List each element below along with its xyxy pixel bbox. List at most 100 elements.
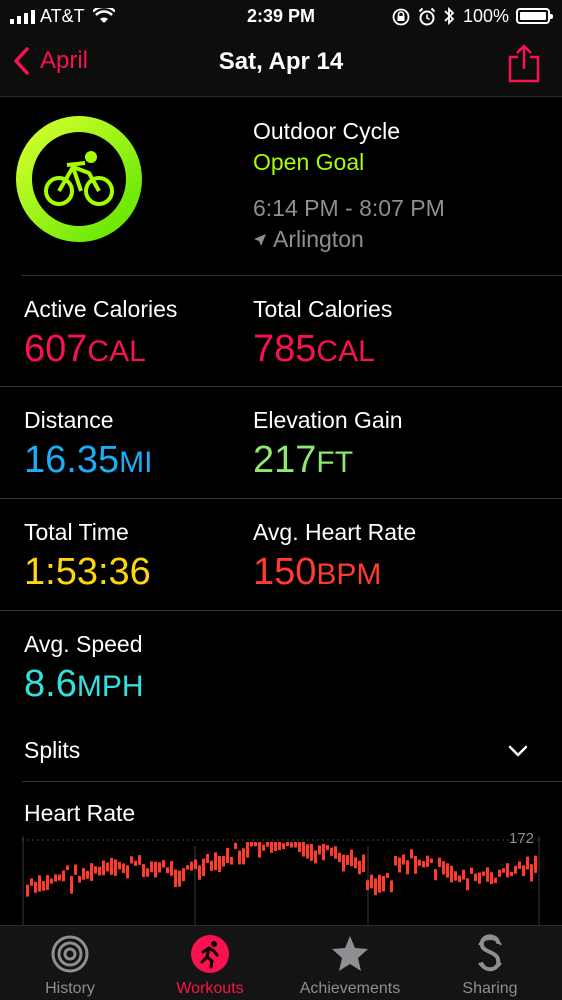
- tab-sharing[interactable]: Sharing: [420, 926, 560, 1000]
- heart-rate-sample: [466, 878, 469, 891]
- heart-rate-sample: [234, 842, 237, 850]
- workout-time-range: 6:14 PM - 8:07 PM: [253, 195, 445, 221]
- divider: [0, 386, 562, 387]
- heart-rate-sample: [486, 867, 489, 882]
- heart-rate-sample: [142, 864, 145, 878]
- metric-value: 607CAL: [24, 328, 146, 370]
- heart-rate-sample: [70, 876, 73, 894]
- heart-rate-sample: [178, 870, 181, 887]
- heart-rate-sample: [242, 848, 245, 865]
- heart-rate-sample: [414, 855, 417, 874]
- heart-rate-sample: [214, 852, 217, 871]
- heart-rate-sample: [294, 842, 297, 848]
- tab-label: Achievements: [299, 980, 401, 997]
- heart-rate-sample: [370, 874, 373, 889]
- heart-rate-sample: [106, 862, 109, 872]
- heart-rate-sample: [346, 855, 349, 865]
- heart-rate-sample: [198, 865, 201, 880]
- heart-rate-sample: [434, 869, 437, 881]
- heart-rate-sample: [394, 855, 397, 866]
- heart-rate-max-label: 172: [509, 830, 534, 847]
- heart-rate-sample: [186, 865, 189, 870]
- heart-rate-sample: [50, 878, 53, 884]
- heart-rate-sample: [230, 856, 233, 865]
- heart-rate-sample: [382, 875, 385, 892]
- heart-rate-sample: [358, 860, 361, 875]
- heart-rate-sample: [86, 870, 89, 879]
- heart-rate-sample: [378, 874, 381, 893]
- heart-rate-sample: [246, 842, 249, 858]
- metric-label: Elevation Gain: [253, 407, 403, 433]
- heart-rate-sample: [130, 856, 133, 864]
- page-title: Sat, Apr 14: [218, 48, 344, 75]
- heart-rate-sample: [402, 854, 405, 865]
- tab-achievements[interactable]: Achievements: [280, 926, 420, 1000]
- workout-location: Arlington: [253, 226, 364, 253]
- heart-rate-sample: [362, 854, 365, 872]
- heart-rate-sample: [494, 877, 497, 884]
- heart-rate-sample: [530, 864, 533, 882]
- heart-rate-sample: [462, 869, 465, 880]
- heart-rate-sample: [470, 867, 473, 874]
- heart-rate-sample: [162, 860, 165, 868]
- heart-rate-sample: [210, 860, 213, 871]
- heart-rate-sample: [490, 872, 493, 884]
- heart-rate-sample: [270, 842, 273, 853]
- heart-rate-sample: [454, 871, 457, 881]
- heart-rate-sample: [326, 845, 329, 851]
- share-icon[interactable]: [508, 43, 540, 83]
- heart-rate-sample: [474, 873, 477, 882]
- heart-rate-sample: [150, 861, 153, 873]
- heart-rate-sample: [26, 884, 29, 897]
- location-label: Arlington: [273, 226, 364, 252]
- heart-rate-sample: [534, 855, 537, 873]
- divider: [0, 610, 562, 611]
- heart-rate-sample: [374, 878, 377, 896]
- tab-workouts[interactable]: Workouts: [140, 926, 280, 1000]
- heart-rate-sample: [450, 865, 453, 883]
- battery-percent: 100%: [463, 6, 510, 26]
- metric-label: Avg. Speed: [24, 631, 143, 657]
- divider: [22, 781, 562, 782]
- splits-row[interactable]: Splits: [24, 737, 80, 764]
- heart-rate-sample: [438, 857, 441, 868]
- rotation-lock-icon: [392, 8, 410, 26]
- heart-rate-sample: [126, 865, 129, 879]
- heart-rate-sample: [114, 859, 117, 876]
- heart-rate-sample: [342, 854, 345, 872]
- sharing-s-icon: [478, 934, 502, 972]
- heart-rate-sample: [522, 865, 525, 877]
- status-bar: AT&T 2:39 PM 100%: [0, 0, 562, 34]
- chevron-down-icon[interactable]: [508, 744, 528, 758]
- heart-rate-sample: [146, 868, 149, 877]
- tab-history[interactable]: History: [0, 926, 140, 1000]
- metric-label: Avg. Heart Rate: [253, 519, 417, 545]
- heart-rate-sample: [278, 842, 281, 851]
- heart-rate-sample: [322, 843, 325, 861]
- cycling-icon: [44, 151, 114, 206]
- splits-label: Splits: [24, 737, 81, 763]
- bluetooth-icon: [444, 6, 455, 26]
- heart-rate-sample: [54, 874, 57, 882]
- heart-rate-sample: [94, 866, 97, 874]
- heart-rate-sample: [422, 861, 425, 868]
- heart-rate-sample: [102, 860, 105, 876]
- heart-rate-chart: 172: [22, 830, 540, 926]
- heart-rate-sample: [118, 862, 121, 870]
- heart-rate-sample: [166, 867, 169, 874]
- navigation-bar: April Sat, Apr 14: [0, 34, 562, 97]
- heart-rate-sample: [498, 869, 501, 877]
- metric-label: Total Time: [24, 519, 129, 545]
- heart-rate-sample: [354, 857, 357, 869]
- heart-rate-sample: [202, 858, 205, 877]
- heart-rate-sample: [446, 863, 449, 878]
- metric-label: Total Calories: [253, 296, 393, 322]
- heart-rate-sample: [222, 856, 225, 867]
- heart-rate-sample: [78, 875, 81, 883]
- heart-rate-sample: [318, 845, 321, 855]
- star-award-icon: [332, 936, 368, 971]
- heart-rate-sample: [310, 843, 313, 861]
- workout-type: Outdoor Cycle: [253, 118, 401, 144]
- heart-rate-sample: [174, 869, 177, 888]
- heart-rate-sample: [266, 842, 269, 847]
